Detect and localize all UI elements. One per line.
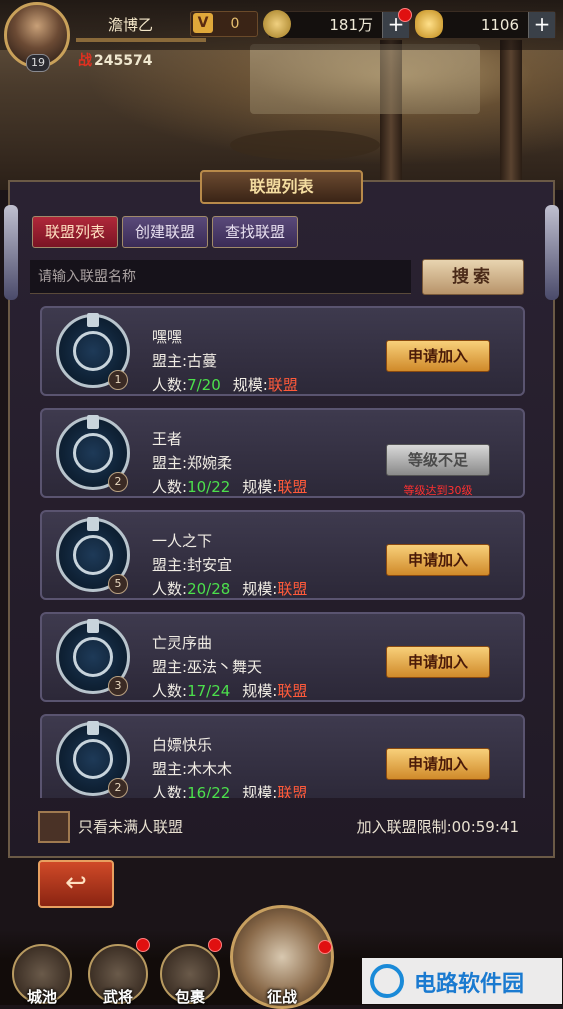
member-count-label: 人数: [152,682,188,700]
alliance-rank-badge: 1 [108,370,128,390]
apply-join-button[interactable]: 申请加入 [386,646,490,678]
alliance-stats: 人数:17/24 规模:联盟 [152,680,307,701]
member-count-label: 人数: [152,580,188,598]
apply-join-button[interactable]: 申请加入 [386,748,490,780]
member-count: 20/28 [187,580,231,598]
ribbon-ornament-icon [4,205,18,300]
alliance-rank-badge: 2 [108,778,128,798]
notification-dot [398,8,412,22]
notification-dot [136,938,150,952]
level-requirement-note: 等级达到30级 [403,484,473,497]
tab-alliance-list[interactable]: 联盟列表 [32,216,118,248]
join-limit-timer: 加入联盟限制:00:59:41 [356,818,519,836]
apply-join-button[interactable]: 申请加入 [386,340,490,372]
watermark-logo-icon [370,964,404,998]
tab-find-alliance[interactable]: 查找联盟 [212,216,298,248]
tab-create-alliance[interactable]: 创建联盟 [122,216,208,248]
nav-city-label: 城池 [26,988,57,1006]
vip-badge[interactable]: V 0 [190,11,258,37]
notification-dot [208,938,222,952]
alliance-scale: 联盟 [267,376,298,394]
add-ingots-button[interactable]: + [528,12,555,38]
alliance-name: 白嫖快乐 [152,736,213,754]
member-count: 7/20 [187,376,221,394]
member-count: 16/22 [187,784,231,798]
ingot-resource: 1106 + [415,10,556,39]
ingot-amount: 1106 [480,16,519,34]
level-insufficient-button[interactable]: 等级不足 [386,444,490,476]
coin-amount: 181万 [329,16,373,34]
alliance-leader: 盟主:郑婉柔 [152,454,233,472]
search-field [30,260,411,294]
scale-label: 规模: [242,784,278,798]
alliance-scale: 联盟 [277,580,308,598]
nav-campaign-label: 征战 [266,988,297,1006]
war-table-decoration [230,130,380,160]
alliance-stats: 人数:16/22 规模:联盟 [152,782,307,798]
search-button[interactable]: 搜索 [422,259,524,295]
exp-bar [76,38,206,42]
alliance-scale: 联盟 [277,682,308,700]
notification-dot [318,940,332,954]
alliance-name: 王者 [152,430,183,448]
alliance-leader: 盟主:封安宜 [152,556,233,574]
not-full-filter-checkbox[interactable] [38,811,70,843]
alliance-stats: 人数:10/22 规模:联盟 [152,476,307,497]
member-count-label: 人数: [152,784,188,798]
gold-ingot-icon [415,10,443,38]
member-count: 10/22 [187,478,231,496]
nav-bag-label: 包裹 [174,988,205,1006]
alliance-list[interactable]: 1 嘿嘿 盟主:古蔓 人数:7/20 规模:联盟 申请加入 2 王者 盟主:郑婉柔… [40,304,525,798]
alliance-card: 3 亡灵序曲 盟主:巫法丶舞天 人数:17/24 规模:联盟 申请加入 [40,612,525,702]
pillar-decoration [500,40,522,190]
vip-level: 0 [230,16,240,32]
member-count-label: 人数: [152,376,188,394]
watermark: 电路软件园 [362,958,562,1004]
alliance-card: 1 嘿嘿 盟主:古蔓 人数:7/20 规模:联盟 申请加入 [40,306,525,396]
scale-label: 规模: [242,682,278,700]
not-full-filter-label: 只看未满人联盟 [78,818,184,836]
member-count: 17/24 [187,682,231,700]
alliance-name: 嘿嘿 [152,328,183,346]
player-name: 澹博乙 [108,16,154,34]
alliance-stats: 人数:7/20 规模:联盟 [152,374,298,395]
scale-label: 规模: [242,478,278,496]
alliance-name: 一人之下 [152,532,213,550]
apply-join-button[interactable]: 申请加入 [386,544,490,576]
alliance-rank-badge: 3 [108,676,128,696]
panel-title: 联盟列表 [200,170,363,204]
scale-label: 规模: [232,376,268,394]
player-level-badge: 19 [26,54,50,72]
alliance-leader: 盟主:木木木 [152,760,233,778]
alliance-scale: 联盟 [277,478,308,496]
watermark-text: 电路软件园 [414,972,525,997]
vip-icon: V [193,13,213,33]
power-icon: 战 [78,53,92,69]
coin-resource: 181万 + [263,10,410,39]
member-count-label: 人数: [152,478,188,496]
alliance-search-input[interactable] [30,260,411,293]
nav-generals-label: 武将 [102,988,133,1006]
combat-power: 战 245574 [78,50,152,70]
alliance-name: 亡灵序曲 [152,634,213,652]
alliance-card: 2 王者 盟主:郑婉柔 人数:10/22 规模:联盟 等级不足 等级达到30级 [40,408,525,498]
alliance-rank-badge: 2 [108,472,128,492]
alliance-scale: 联盟 [277,784,308,798]
combat-power-value: 245574 [94,53,153,69]
alliance-card: 2 白嫖快乐 盟主:木木木 人数:16/22 规模:联盟 申请加入 [40,714,525,798]
alliance-stats: 人数:20/28 规模:联盟 [152,578,307,599]
back-button[interactable]: ↩ [38,860,114,908]
alliance-card: 5 一人之下 盟主:封安宜 人数:20/28 规模:联盟 申请加入 [40,510,525,600]
coin-icon [263,10,291,38]
alliance-rank-badge: 5 [108,574,128,594]
scale-label: 规模: [242,580,278,598]
alliance-leader: 盟主:古蔓 [152,352,218,370]
return-arrow-icon: ↩ [65,868,87,898]
wall-map-decoration [250,44,480,114]
ribbon-ornament-icon [545,205,559,300]
alliance-leader: 盟主:巫法丶舞天 [152,658,263,676]
